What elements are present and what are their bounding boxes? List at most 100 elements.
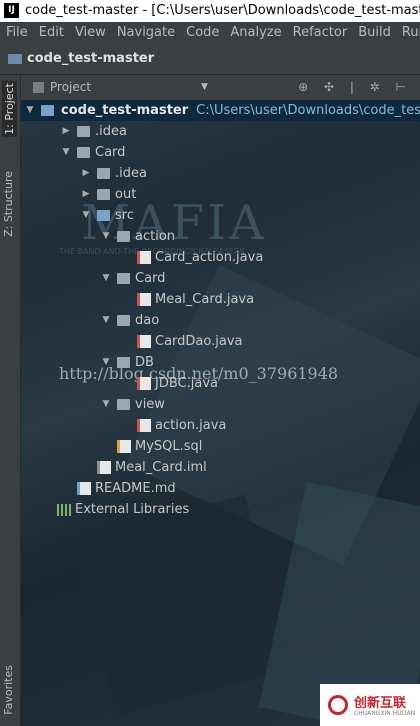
tree-item-label: MySQL.sql — [135, 439, 203, 454]
project-view-selector[interactable]: Project — [50, 80, 91, 94]
collapse-arrow-icon[interactable]: ▼ — [101, 310, 111, 331]
java-file-icon — [137, 377, 151, 390]
menu-bar: File Edit View Navigate Code Analyze Refactor B… — [0, 22, 420, 44]
folder-icon — [117, 315, 130, 326]
collapse-arrow-icon[interactable]: ▼ — [101, 352, 111, 373]
tree-item[interactable]: MySQL.sql — [21, 436, 420, 457]
tree-item[interactable]: ▶ .idea — [21, 121, 420, 142]
folder-icon — [97, 189, 110, 200]
tree-item[interactable]: JDBC.java — [21, 373, 420, 394]
menu-navigate[interactable]: Navigate — [117, 25, 175, 40]
tree-item-label: .idea — [115, 166, 147, 181]
collapse-arrow-icon[interactable]: ▼ — [101, 226, 111, 247]
tab-favorites[interactable]: Favorites — [2, 665, 15, 715]
project-folder-icon — [41, 105, 54, 116]
folder-icon — [97, 168, 110, 179]
tree-item-label: action.java — [155, 418, 227, 433]
menu-code[interactable]: Code — [186, 25, 219, 40]
tree-item-label: CardDao.java — [155, 334, 243, 349]
dropdown-arrow-icon[interactable]: ▼ — [201, 75, 208, 100]
logo-text: 创新互联 — [354, 696, 407, 711]
tree-item[interactable]: Meal_Card.iml — [21, 457, 420, 478]
window-title: code_test-master - [C:\Users\user\Downlo… — [25, 3, 420, 18]
tree-item[interactable]: ▼ Card — [21, 268, 420, 289]
collapse-arrow-icon[interactable]: ▼ — [101, 268, 111, 289]
java-file-icon — [137, 335, 151, 348]
project-tree: ▼ code_test-master C:\Users\user\Download… — [21, 100, 420, 520]
intellij-app-icon: IJ — [4, 3, 19, 18]
tree-item-label: Card — [95, 145, 126, 160]
tree-item-label: .idea — [95, 124, 127, 139]
project-panel: MAFIA THE BAND AND THE RECORDINGS RELEAS… — [21, 75, 420, 726]
tab-project[interactable]: 1: Project — [2, 81, 17, 137]
expand-arrow-icon[interactable]: ▶ — [81, 184, 91, 205]
project-view-icon — [33, 82, 44, 93]
panel-toolbar-icons[interactable]: ⊕ ✣ | ✲ ⊢ — [298, 75, 412, 100]
tree-root-path: C:\Users\user\Downloads\code_test-master — [196, 103, 420, 118]
folder-icon — [77, 147, 90, 158]
tree-item-label: Card — [135, 271, 166, 286]
left-tool-window-bar: 1: Project Z: Structure Favorites — [0, 75, 21, 726]
logo-small-text: CHUANGXIN HULIAN — [354, 710, 416, 717]
tree-item[interactable]: ▶ out — [21, 184, 420, 205]
tree-item[interactable]: Card_action.java — [21, 247, 420, 268]
tree-item-label: out — [115, 187, 137, 202]
menu-edit[interactable]: Edit — [39, 25, 64, 40]
tree-item[interactable]: ▼ view — [21, 394, 420, 415]
menu-file[interactable]: File — [6, 25, 28, 40]
expand-arrow-icon[interactable]: ▶ — [61, 121, 71, 142]
tree-root[interactable]: ▼ code_test-master C:\Users\user\Download… — [21, 100, 420, 121]
navigation-bar: code_test-master — [0, 44, 420, 75]
folder-icon — [117, 399, 130, 410]
tree-item[interactable]: ▼ DB — [21, 352, 420, 373]
menu-analyze[interactable]: Analyze — [230, 25, 281, 40]
source-folder-icon — [97, 210, 110, 221]
tree-item[interactable]: ▶ .idea — [21, 163, 420, 184]
java-file-icon — [137, 251, 151, 264]
iml-file-icon — [97, 461, 111, 474]
tree-item[interactable]: ▼ dao — [21, 310, 420, 331]
tree-item-label: Meal_Card.iml — [115, 460, 207, 475]
menu-refactor[interactable]: Refactor — [293, 25, 348, 40]
expand-arrow-icon[interactable]: ▼ — [25, 100, 35, 121]
tree-item-label: JDBC.java — [155, 376, 218, 391]
tree-item-label: README.md — [95, 481, 176, 496]
tree-item-label: DB — [135, 355, 154, 370]
tree-item[interactable]: ▼ action — [21, 226, 420, 247]
menu-view[interactable]: View — [75, 25, 106, 40]
tree-item[interactable]: External Libraries — [21, 499, 420, 520]
menu-build[interactable]: Build — [358, 25, 391, 40]
expand-arrow-icon[interactable]: ▶ — [81, 163, 91, 184]
tree-item[interactable]: CardDao.java — [21, 331, 420, 352]
folder-icon — [117, 273, 130, 284]
tree-item[interactable]: ▼ src — [21, 205, 420, 226]
tree-root-name: code_test-master — [61, 103, 189, 118]
tree-item[interactable]: ▼ Card — [21, 142, 420, 163]
tree-item[interactable]: README.md — [21, 478, 420, 499]
tree-item[interactable]: Meal_Card.java — [21, 289, 420, 310]
folder-icon — [117, 231, 130, 242]
tree-item-label: Card_action.java — [155, 250, 264, 265]
collapse-arrow-icon[interactable]: ▼ — [61, 142, 71, 163]
nav-project-name[interactable]: code_test-master — [27, 51, 154, 66]
background-art — [70, 494, 292, 716]
tree-item-label: src — [115, 208, 134, 223]
tree-item-label: Meal_Card.java — [155, 292, 255, 307]
project-folder-icon — [8, 53, 22, 64]
project-panel-header: Project ▼ ⊕ ✣ | ✲ ⊢ — [21, 75, 420, 101]
tree-item-label: view — [135, 397, 165, 412]
logo-mark-icon — [328, 695, 348, 715]
menu-run[interactable]: Run — [402, 25, 420, 40]
markdown-file-icon — [77, 482, 91, 495]
collapse-arrow-icon[interactable]: ▼ — [81, 205, 91, 226]
java-file-icon — [137, 293, 151, 306]
libraries-icon — [57, 504, 71, 516]
tab-structure[interactable]: Z: Structure — [2, 171, 15, 237]
sql-file-icon — [117, 440, 131, 453]
collapse-arrow-icon[interactable]: ▼ — [101, 394, 111, 415]
tree-item-label: action — [135, 229, 176, 244]
tree-item-label: External Libraries — [75, 502, 190, 517]
tree-item-label: dao — [135, 313, 160, 328]
window-title-bar: IJ code_test-master - [C:\Users\user\Down… — [0, 0, 420, 22]
tree-item[interactable]: action.java — [21, 415, 420, 436]
